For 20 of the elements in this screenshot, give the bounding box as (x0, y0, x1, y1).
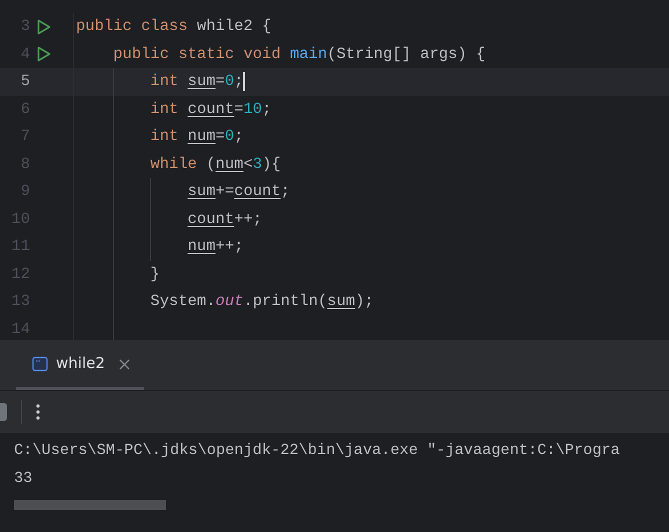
code-line: count++; (186, 208, 262, 230)
code-line: public static void main(String[] args) { (112, 44, 486, 65)
code-line: int sum=0; (149, 71, 244, 92)
code-line: while (num<3){ (149, 154, 281, 175)
code-line: num++; (186, 236, 244, 258)
code-line: System.out.println(sum); (149, 291, 374, 312)
text-cursor (243, 72, 246, 92)
run-icon[interactable] (37, 46, 51, 62)
console-line: 33 (14, 468, 34, 488)
console-line: C:\Users\SM-PC\.jdks\openjdk-22\bin\java.exe "-javaagent:C:\Progra (14, 440, 621, 461)
run-icon[interactable] (37, 18, 51, 35)
code-line: int num=0; (149, 126, 244, 148)
code-line: public class while2 { (76, 16, 272, 38)
code-line: sum+=count; (186, 181, 290, 202)
code-line: int count=10; (149, 98, 272, 120)
console-icon (32, 356, 48, 372)
more-icon[interactable] (36, 404, 40, 420)
code-line: } (149, 264, 160, 285)
scrollbar-thumb[interactable] (14, 500, 166, 510)
line-number: 5 (20, 71, 30, 92)
